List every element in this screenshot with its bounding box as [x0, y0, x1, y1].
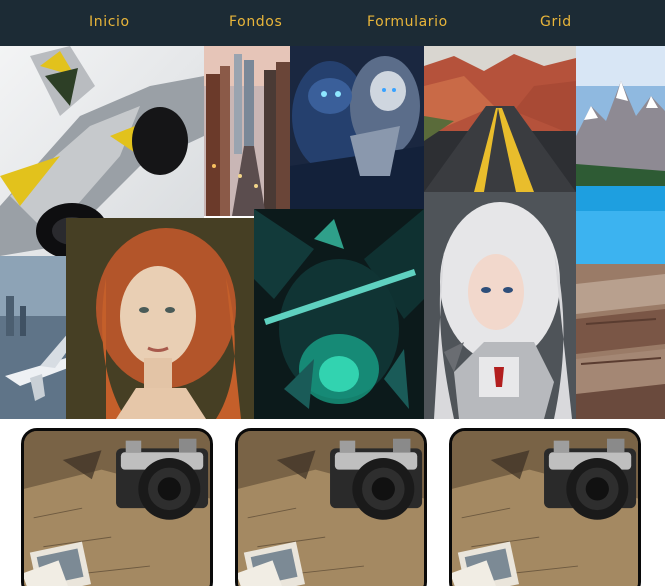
gallery-image-canyon-road[interactable] [424, 46, 576, 192]
nav-link-grid[interactable]: Grid [540, 14, 572, 30]
nav-link-fondos[interactable]: Fondos [229, 14, 282, 30]
gallery-image-green-demon[interactable] [254, 209, 424, 419]
card-camera-2[interactable] [235, 428, 427, 586]
card-camera-3[interactable] [449, 428, 641, 586]
gallery-image-red-hair-woman[interactable] [66, 218, 254, 419]
nav-link-inicio[interactable]: Inicio [89, 14, 130, 30]
vintage-camera-image [238, 431, 424, 586]
card-row [0, 419, 665, 586]
card-camera-1[interactable] [21, 428, 213, 586]
gallery-image-white-hair-warrior[interactable] [424, 192, 576, 419]
gallery-image-blue-warrior[interactable] [290, 46, 424, 209]
image-gallery [0, 46, 665, 419]
vintage-camera-image [24, 431, 210, 586]
gallery-image-mountain-lake[interactable] [576, 46, 665, 264]
gallery-image-wood-rock[interactable] [576, 264, 665, 419]
nav-link-formulario[interactable]: Formulario [367, 14, 448, 30]
vintage-camera-image [452, 431, 638, 586]
gallery-image-city-street[interactable] [204, 46, 290, 216]
top-navbar: Inicio Fondos Formulario Grid [0, 0, 665, 46]
